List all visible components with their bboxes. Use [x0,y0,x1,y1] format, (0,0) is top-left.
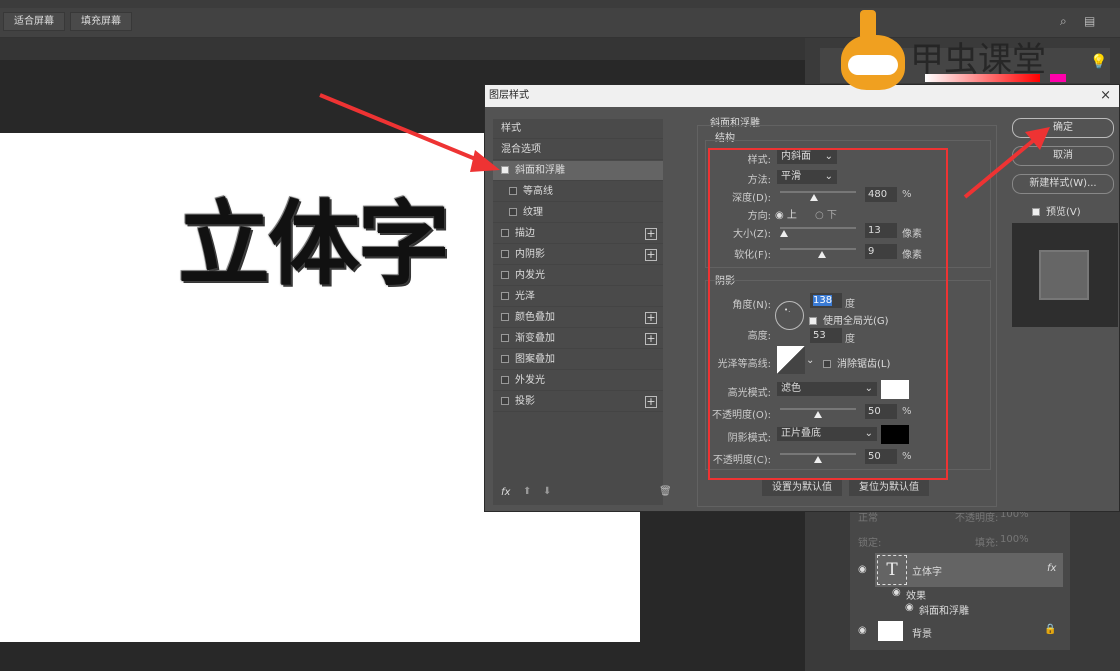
eye-icon[interactable]: ◉ [892,587,901,598]
annotation-highlight-box [708,148,948,480]
style-item-label: 外发光 [515,375,545,386]
add-icon[interactable]: + [645,396,657,408]
add-icon[interactable]: + [645,249,657,261]
checkbox[interactable] [509,208,517,216]
style-item-label: 渐变叠加 [515,333,555,344]
watermark-logo [838,10,908,90]
make-default-button[interactable]: 设置为默认值 [762,479,842,496]
style-list: 样式 混合选项 斜面和浮雕等高线纹理描边 + 内阴影 + 内发光光泽颜色叠加 + 渐变叠加 +… [493,119,672,505]
watermark-text: 甲虫课堂 [910,40,1046,80]
style-item-label: 描边 [515,228,535,239]
checkbox[interactable] [501,166,509,174]
add-icon[interactable]: + [645,312,657,324]
style-item-label: 等高线 [523,186,553,197]
styles-header[interactable]: 样式 [493,119,663,139]
fit-screen-button[interactable]: 适合屏幕 [3,12,65,31]
close-icon[interactable]: × [1100,85,1111,107]
search-icon[interactable]: ⌕ [1060,14,1067,29]
effects-label: 效果 [906,591,926,602]
checkbox[interactable] [501,313,509,321]
dialog-title: 图层样式 [485,85,1119,107]
layers-panel: 正常 不透明度: 100% 锁定: 填充: 100% T 立体字 fx ◉ ◉ … [850,505,1070,650]
style-item[interactable]: 图案叠加 [493,350,663,370]
fill-field[interactable]: 100% [1000,534,1029,545]
fill-screen-button[interactable]: 填充屏幕 [70,12,132,31]
style-item-label: 光泽 [515,291,535,302]
checkbox[interactable] [501,355,509,363]
style-item[interactable]: 渐变叠加 + [493,329,663,349]
style-item-label: 颜色叠加 [515,312,555,323]
canvas-text: 立体字 [178,191,450,298]
fill-label: 填充: [975,538,999,549]
style-item[interactable]: 内阴影 + [493,245,663,265]
move-up-icon[interactable]: ⬆ [523,486,531,497]
style-item[interactable]: 纹理 [493,203,663,223]
workspace-icon[interactable]: ▤ [1084,14,1095,28]
preview-checkbox[interactable]: 预览(V) [1032,203,1081,218]
checkbox[interactable] [501,250,509,258]
lock-label: 锁定: [858,538,882,549]
effect-bevel-label[interactable]: 斜面和浮雕 [919,602,969,617]
trash-icon[interactable]: 🗑 [659,486,672,497]
layer-name: 立体字 [912,567,942,578]
checkbox[interactable] [509,187,517,195]
style-item[interactable]: 内发光 [493,266,663,286]
cancel-button[interactable]: 取消 [1012,146,1114,166]
style-item[interactable]: 投影 + [493,392,663,412]
style-item[interactable]: 斜面和浮雕 [493,161,663,181]
reset-default-button[interactable]: 复位为默认值 [849,479,929,496]
checkbox[interactable] [501,271,509,279]
style-item-label: 纹理 [523,207,543,218]
layer-name[interactable]: 背景 [912,625,932,640]
lightbulb-icon[interactable]: 💡 [1090,54,1107,70]
checkbox[interactable] [501,397,509,405]
style-item-label: 内阴影 [515,249,545,260]
add-icon[interactable]: + [645,228,657,240]
checkbox[interactable] [501,292,509,300]
checkbox[interactable] [501,334,509,342]
layer-row-text[interactable]: T 立体字 fx [875,553,1063,587]
fx-menu-icon[interactable]: fx [501,487,510,498]
new-style-button[interactable]: 新建样式(W)... [1012,174,1114,194]
style-item-label: 内发光 [515,270,545,281]
document-tab-strip [0,38,805,60]
add-icon[interactable]: + [645,333,657,345]
ok-button[interactable]: 确定 [1012,118,1114,138]
blending-options[interactable]: 混合选项 [493,140,663,160]
lock-icon: 🔒 [1044,624,1057,635]
eye-icon[interactable]: ◉ [905,602,914,613]
style-item-label: 图案叠加 [515,354,555,365]
background-thumbnail [878,621,903,641]
preview-box [1012,223,1118,327]
text-layer-icon: T [877,555,907,585]
checkbox[interactable] [501,376,509,384]
style-item-label: 斜面和浮雕 [515,165,565,176]
style-item[interactable]: 光泽 [493,287,663,307]
checkbox[interactable] [501,229,509,237]
eye-icon[interactable]: ◉ [858,625,867,636]
style-item[interactable]: 等高线 [493,182,663,202]
style-item[interactable]: 颜色叠加 + [493,308,663,328]
style-item[interactable]: 外发光 [493,371,663,391]
move-down-icon[interactable]: ⬇ [543,486,551,497]
menu-bar [0,0,1120,8]
style-item-label: 投影 [515,396,535,407]
style-item[interactable]: 描边 + [493,224,663,244]
fx-icon[interactable]: fx [1047,563,1056,574]
eye-icon[interactable]: ◉ [858,564,867,575]
